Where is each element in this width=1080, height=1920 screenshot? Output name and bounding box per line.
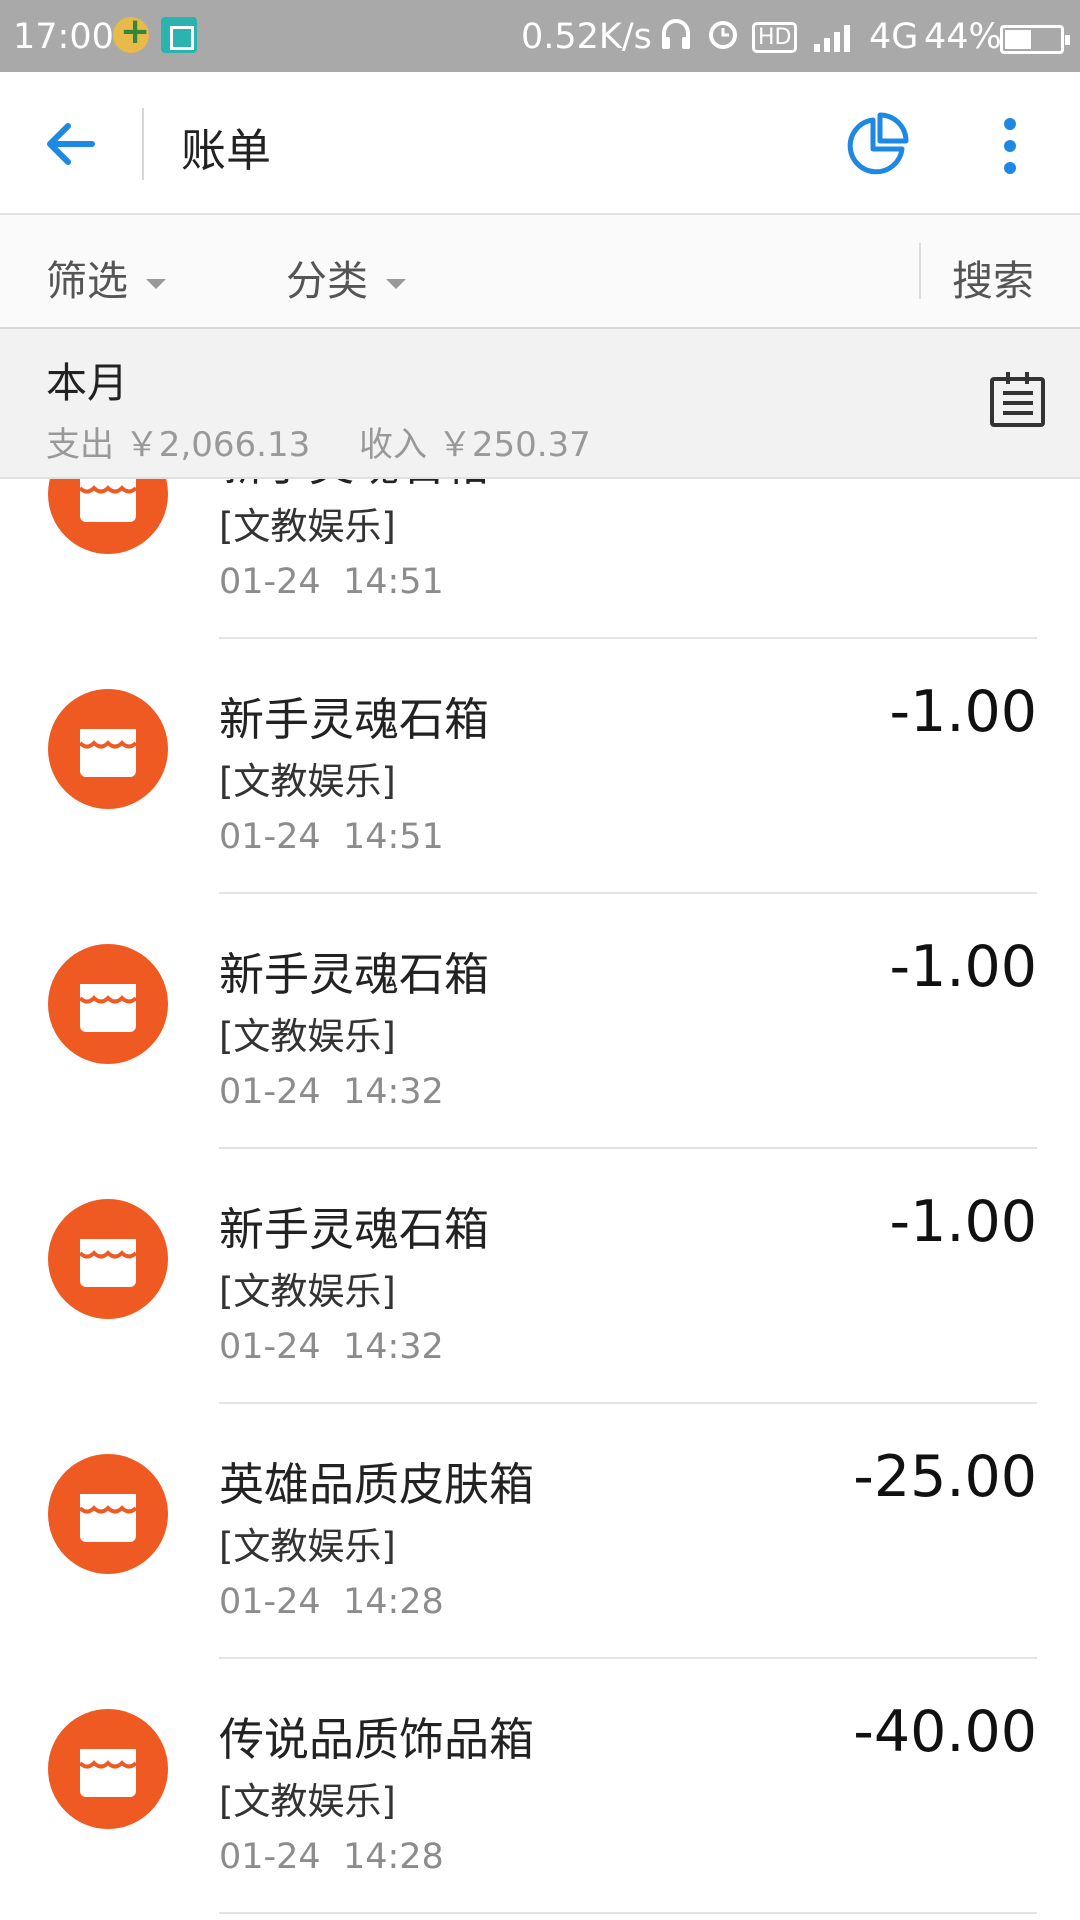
network-speed: 0.52K/s xyxy=(521,17,652,57)
transaction-row[interactable]: 传说品质饰品箱 [文教娱乐] 01-24 14:28 -40.00 xyxy=(0,1659,1080,1914)
month-summary: 本月 支出 ￥2,066.13 收入 ￥250.37 xyxy=(0,329,1080,479)
scan-app-icon xyxy=(161,17,197,53)
transaction-name: 新手灵魂石箱 xyxy=(219,693,490,746)
transaction-amount: -1.00 xyxy=(889,934,1037,1000)
transaction-amount: -1.00 xyxy=(890,479,1037,490)
battery-percent: 44% xyxy=(924,17,1002,57)
network-type: 4G xyxy=(869,17,919,57)
transaction-list[interactable]: 新手灵魂石箱 [文教娱乐] 01-24 14:51 -1.00 新手灵魂石箱 [… xyxy=(0,479,1080,1920)
more-dot xyxy=(1004,140,1016,152)
store-icon xyxy=(48,944,168,1064)
transaction-time: 01-24 14:32 xyxy=(219,1072,444,1112)
transaction-row[interactable]: 新手灵魂石箱 [文教娱乐] 01-24 14:51 -1.00 xyxy=(0,479,1080,639)
transaction-time: 01-24 14:32 xyxy=(219,1327,444,1367)
coin-app-icon xyxy=(113,11,150,53)
battery-icon xyxy=(1000,25,1070,54)
transaction-category: [文教娱乐] xyxy=(219,1780,396,1823)
transaction-name: 新手灵魂石箱 xyxy=(219,479,489,493)
transaction-category: [文教娱乐] xyxy=(219,1015,396,1058)
battery-fill xyxy=(1005,30,1031,49)
transaction-time: 01-24 14:28 xyxy=(219,1582,444,1622)
transaction-category: [文教娱乐] xyxy=(219,505,396,548)
transaction-amount: -1.00 xyxy=(889,1189,1037,1255)
filter-dropdown[interactable]: 筛选 xyxy=(46,247,166,307)
transaction-category: [文教娱乐] xyxy=(219,1270,396,1313)
transaction-amount: -40.00 xyxy=(853,1699,1037,1765)
back-arrow-icon[interactable] xyxy=(40,112,104,176)
transaction-row[interactable]: 英雄品质皮肤箱 [文教娱乐] 01-24 14:28 -25.00 xyxy=(0,1404,1080,1659)
transaction-name: 新手灵魂石箱 xyxy=(219,1203,490,1256)
income-label: 收入 xyxy=(359,425,428,465)
search-button[interactable]: 搜索 xyxy=(952,247,1034,307)
month-totals: 支出 ￥2,066.13 收入 ￥250.37 xyxy=(46,417,591,466)
status-time: 17:00 xyxy=(13,17,114,57)
header-divider xyxy=(142,108,144,180)
income-value: ￥250.37 xyxy=(437,425,591,465)
transaction-row[interactable]: 新手灵魂石箱 [文教娱乐] 01-24 14:51 -1.00 xyxy=(0,639,1080,894)
filter-divider xyxy=(919,243,921,299)
headset-icon xyxy=(660,17,692,59)
more-vertical-icon[interactable] xyxy=(990,110,1030,180)
month-title: 本月 xyxy=(46,359,128,407)
transaction-row[interactable]: 新手灵魂石箱 [文教娱乐] 01-24 14:32 -1.00 xyxy=(0,1149,1080,1404)
category-label: 分类 xyxy=(286,257,368,305)
transaction-row[interactable]: 新手灵魂石箱 [文教娱乐] 01-24 14:32 -1.00 xyxy=(0,894,1080,1149)
filter-label: 筛选 xyxy=(46,257,128,305)
status-bar: 17:00 0.52K/s HD 4G 44% xyxy=(0,0,1080,72)
category-dropdown[interactable]: 分类 xyxy=(286,247,406,307)
transaction-amount: -25.00 xyxy=(853,1444,1037,1510)
caret-down-icon xyxy=(146,279,166,289)
store-icon xyxy=(48,1454,168,1574)
alarm-icon xyxy=(706,17,740,59)
transaction-category: [文教娱乐] xyxy=(219,1525,396,1568)
store-icon xyxy=(48,479,168,554)
expense-label: 支出 xyxy=(46,425,114,465)
transaction-name: 新手灵魂石箱 xyxy=(219,948,490,1001)
page-title: 账单 xyxy=(181,124,272,177)
calendar-icon[interactable] xyxy=(990,372,1045,427)
transaction-name: 传说品质饰品箱 xyxy=(219,1713,535,1766)
transaction-time: 01-24 14:51 xyxy=(219,817,444,857)
more-dot xyxy=(1004,118,1016,130)
row-divider xyxy=(219,1912,1037,1914)
transaction-amount: -1.00 xyxy=(889,679,1037,745)
transaction-name: 英雄品质皮肤箱 xyxy=(219,1458,535,1511)
store-icon xyxy=(48,1709,168,1829)
app-header: 账单 xyxy=(0,72,1080,215)
hd-icon: HD xyxy=(752,22,798,53)
signal-icon xyxy=(806,22,858,52)
store-icon xyxy=(48,1199,168,1319)
transaction-category: [文教娱乐] xyxy=(219,760,396,803)
filter-bar: 筛选 分类 搜索 xyxy=(0,215,1080,329)
pie-chart-icon[interactable] xyxy=(842,110,912,180)
expense-value: ￥2,066.13 xyxy=(124,425,311,465)
more-dot xyxy=(1004,162,1016,174)
transaction-time: 01-24 14:28 xyxy=(219,1837,444,1877)
store-icon xyxy=(48,689,168,809)
transaction-time: 01-24 14:51 xyxy=(219,562,444,602)
caret-down-icon xyxy=(386,279,406,289)
